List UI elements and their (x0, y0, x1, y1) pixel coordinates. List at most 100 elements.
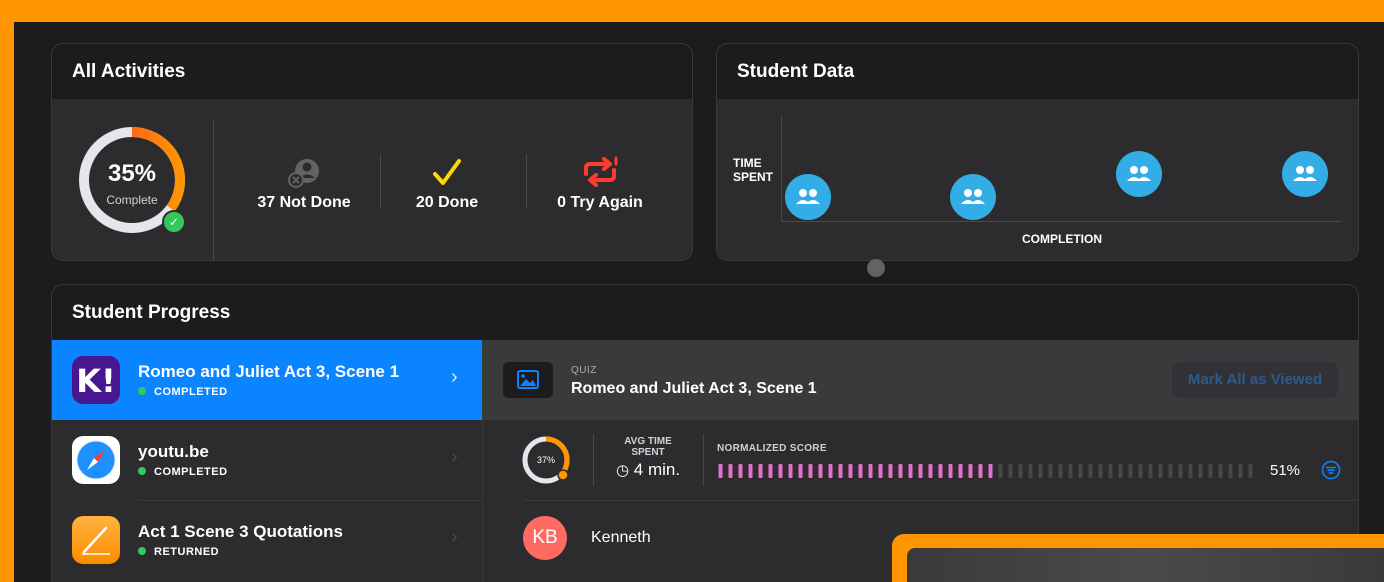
score-segment (1078, 464, 1083, 478)
activity-item-romeo[interactable]: K! Romeo and Juliet Act 3, Scene 1 COMPL… (52, 340, 482, 420)
complete-check-icon: ✓ (162, 210, 186, 234)
score-segment (918, 464, 923, 478)
score-segment (788, 464, 793, 478)
divider (703, 434, 704, 486)
score-segment (1168, 464, 1173, 478)
checkmark-icon (433, 159, 461, 185)
activity-item-quotations[interactable]: Act 1 Scene 3 Quotations RETURNED › (52, 500, 482, 580)
chevron-right-icon: › (451, 446, 458, 468)
normalized-score-value: 51% (1270, 462, 1301, 479)
score-segment (888, 464, 893, 478)
group-icon (1127, 166, 1151, 181)
activity-kind: QUIZ (571, 365, 597, 376)
score-segment (938, 464, 943, 478)
score-segment (878, 464, 883, 478)
completion-percent: 35% (107, 160, 157, 187)
score-segment (1088, 464, 1093, 478)
score-segment (868, 464, 873, 478)
group-icon (961, 189, 985, 204)
filter-icon[interactable] (1321, 460, 1341, 480)
all-activities-card: All Activities 35% Complete ✓ 37 Not Don… (51, 43, 693, 261)
score-segment (908, 464, 913, 478)
card-title: All Activities (72, 61, 186, 82)
x-axis (781, 221, 1341, 222)
score-segment (748, 464, 753, 478)
stat-done[interactable]: 20 Done (372, 156, 522, 212)
completion-mini-percent: 37% (536, 455, 555, 465)
stat-not-done[interactable]: 37 Not Done (229, 156, 379, 212)
activity-title: youtu.be (138, 442, 209, 461)
student-group-bubble[interactable] (950, 174, 996, 220)
score-segment (828, 464, 833, 478)
avg-time-value: ◷ 4 min. (615, 460, 681, 479)
group-icon (796, 189, 820, 204)
completion-label: Complete (106, 193, 158, 207)
status-dot (138, 387, 146, 395)
score-segment (958, 464, 963, 478)
score-segment (1018, 464, 1023, 478)
score-segment (1188, 464, 1193, 478)
score-segment (1198, 464, 1203, 478)
app-frame: All Activities 35% Complete ✓ 37 Not Don… (14, 22, 1384, 582)
score-segment (1048, 464, 1053, 478)
detail-title: Romeo and Juliet Act 3, Scene 1 (571, 380, 817, 397)
normalized-score-bar (718, 464, 1253, 478)
person-x-icon (288, 159, 319, 188)
activity-item-youtube[interactable]: youtu.be COMPLETED › (52, 420, 482, 500)
page-indicator-dot[interactable] (867, 259, 885, 277)
divider (213, 121, 214, 260)
score-segment (998, 464, 1003, 478)
score-segment (858, 464, 863, 478)
student-data-card: Student Data TIME SPENT COMPLETION (716, 43, 1359, 261)
image-icon (517, 370, 539, 389)
activity-status: COMPLETED (138, 466, 228, 478)
score-segment (818, 464, 823, 478)
y-axis (781, 116, 782, 222)
score-segment (988, 464, 993, 478)
card-header: Student Data (717, 44, 1358, 100)
score-segment (1228, 464, 1233, 478)
student-group-bubble[interactable] (785, 174, 831, 220)
stat-try-again[interactable]: 0 Try Again (525, 156, 675, 212)
quiz-thumbnail (503, 362, 553, 398)
clock-icon: ◷ (615, 462, 630, 479)
separator (523, 500, 1358, 501)
score-segment (838, 464, 843, 478)
activity-list: K! Romeo and Juliet Act 3, Scene 1 COMPL… (52, 340, 482, 582)
metrics-row: 37% AVG TIME SPENT ◷ 4 min. NORMALIZED S… (483, 420, 1358, 500)
score-segment (928, 464, 933, 478)
score-segment (798, 464, 803, 478)
activity-title: Act 1 Scene 3 Quotations (138, 522, 343, 541)
student-group-bubble[interactable] (1116, 151, 1162, 197)
score-segment (968, 464, 973, 478)
chevron-right-icon: › (451, 366, 458, 388)
pages-icon (72, 516, 120, 564)
score-segment (768, 464, 773, 478)
detail-header: QUIZ Romeo and Juliet Act 3, Scene 1 Mar… (483, 340, 1358, 420)
score-segment (948, 464, 953, 478)
score-segment (1108, 464, 1113, 478)
y-axis-label: TIME SPENT (733, 156, 774, 184)
kahoot-icon: K! (72, 356, 120, 404)
x-axis-label: COMPLETION (1022, 232, 1102, 246)
avatar: KB (523, 516, 567, 560)
score-segment (778, 464, 783, 478)
score-segment (1148, 464, 1153, 478)
status-dot (138, 467, 146, 475)
overlay-panel (907, 548, 1384, 582)
retry-icon (584, 156, 618, 187)
score-segment (1028, 464, 1033, 478)
safari-icon (72, 436, 120, 484)
score-segment (728, 464, 733, 478)
score-segment (1158, 464, 1163, 478)
stat-label: 20 Done (415, 194, 479, 211)
score-segment (718, 464, 723, 478)
score-segment (1118, 464, 1123, 478)
student-group-bubble[interactable] (1282, 151, 1328, 197)
mark-all-viewed-button[interactable]: Mark All as Viewed (1172, 362, 1338, 398)
score-segment (898, 464, 903, 478)
score-segment (1038, 464, 1043, 478)
stat-label: 0 Try Again (557, 194, 643, 211)
activity-status: COMPLETED (138, 386, 228, 398)
score-segment (1098, 464, 1103, 478)
